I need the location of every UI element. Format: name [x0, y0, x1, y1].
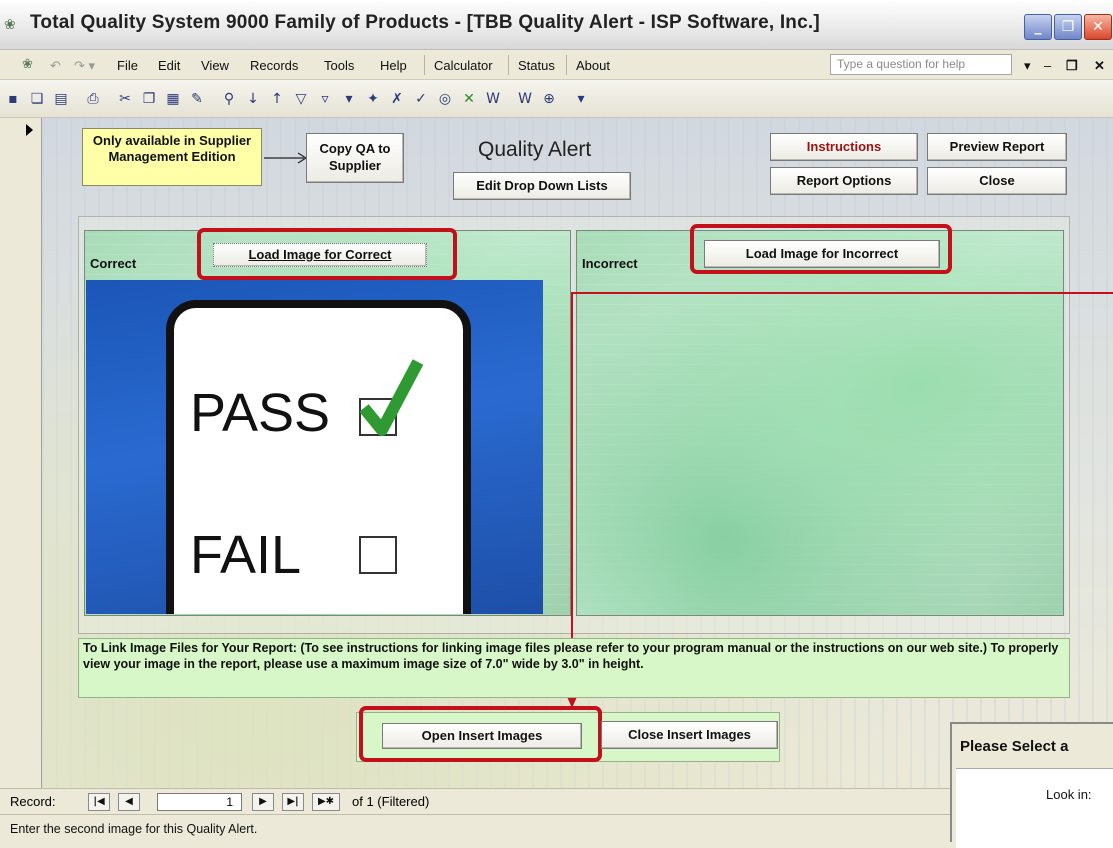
copy-icon[interactable]: ❐ [140, 90, 158, 108]
window-title: Total Quality System 9000 Family of Prod… [30, 12, 820, 33]
cut-icon[interactable]: ✂ [116, 90, 134, 108]
filter-icon[interactable]: ▽ [292, 90, 310, 108]
current-record-input[interactable]: 1 [157, 793, 242, 811]
edit-drop-down-lists-button[interactable]: Edit Drop Down Lists [453, 172, 631, 200]
last-record-button[interactable]: ▶| [282, 793, 304, 811]
close-window-button[interactable]: ✕ [1084, 14, 1112, 40]
filter-by-form-icon[interactable]: ▿ [316, 90, 334, 108]
spelling-icon[interactable]: ✓ [412, 90, 430, 108]
supplier-edition-note: Only available in Supplier Management Ed… [82, 128, 262, 186]
image-instructions-text: To Link Image Files for Your Report: (To… [78, 638, 1070, 698]
toolbar: ▪ ❏ ▤ ⎙ ✂ ❐ ▦ ✎ ⚲ ↓ ↑ ▽ ▿ ▾ ✦ ✗ ✓ ◎ ✕ W … [0, 80, 1113, 118]
menu-separator [508, 55, 509, 75]
menu-file[interactable]: File [117, 58, 138, 73]
status-text: Enter the second image for this Quality … [10, 822, 258, 836]
open-insert-images-button[interactable]: Open Insert Images [382, 723, 582, 749]
menu-tools[interactable]: Tools [324, 58, 354, 73]
delete-record-icon[interactable]: ✗ [388, 90, 406, 108]
doc-minimize-icon[interactable]: – [1044, 58, 1051, 73]
close-form-button[interactable]: Close [927, 167, 1067, 195]
pass-word: PASS [190, 383, 331, 443]
menu-view[interactable]: View [201, 58, 229, 73]
print-icon[interactable]: ⎙ [84, 90, 102, 108]
menu-about[interactable]: About [576, 58, 610, 73]
new-record-button[interactable]: ▶✱ [312, 793, 340, 811]
redo-icon[interactable]: ↷ ▾ [74, 58, 95, 74]
previous-record-button[interactable]: ◀ [118, 793, 140, 811]
copy-qa-to-supplier-button[interactable]: Copy QA to Supplier [306, 133, 404, 183]
record-total-text: of 1 (Filtered) [352, 794, 430, 809]
word-merge-icon[interactable]: W [516, 90, 534, 108]
title-bar: ❀ Total Quality System 9000 Family of Pr… [0, 0, 1113, 50]
sort-descending-icon[interactable]: ↑ [268, 90, 286, 108]
checkmark-icon [359, 359, 424, 436]
close-insert-images-button[interactable]: Close Insert Images [601, 721, 778, 749]
new-object-icon[interactable]: ⊕ [540, 90, 558, 108]
doc-restore-icon[interactable]: ❐ [1066, 58, 1078, 74]
load-image-incorrect-button[interactable]: Load Image for Incorrect [704, 240, 940, 268]
correct-label: Correct [90, 256, 137, 271]
select-file-dialog: Please Select a Look in: [950, 722, 1113, 848]
dialog-title: Please Select a [960, 738, 1069, 755]
fail-word: FAIL [190, 525, 302, 585]
save-icon[interactable]: ▪ [4, 90, 22, 108]
menu-separator [566, 55, 567, 75]
minimize-button[interactable]: _ [1024, 14, 1052, 40]
status-bar: Enter the second image for this Quality … [0, 814, 950, 842]
next-record-button[interactable]: ▶ [252, 793, 274, 811]
arrow-icon [264, 152, 308, 164]
menu-separator [424, 55, 425, 75]
instructions-button[interactable]: Instructions [770, 133, 918, 161]
paste-icon[interactable]: ▦ [164, 90, 182, 108]
toolbar-options-icon[interactable]: ▾ [572, 90, 590, 108]
sort-ascending-icon[interactable]: ↓ [244, 90, 262, 108]
look-in-label: Look in: [1046, 787, 1092, 802]
load-image-correct-button[interactable]: Load Image for Correct [213, 243, 427, 267]
menu-status[interactable]: Status [518, 58, 555, 73]
word-icon[interactable]: W [484, 90, 502, 108]
find-icon[interactable]: ⚲ [220, 90, 238, 108]
menu-records[interactable]: Records [250, 58, 298, 73]
form-view-icon[interactable]: ❏ [28, 90, 46, 108]
help-search-input[interactable]: Type a question for help [830, 54, 1012, 75]
app-icon: ❀ [4, 17, 16, 33]
record-selector[interactable] [18, 118, 42, 788]
pass-fail-sign: PASS FAIL [166, 300, 471, 614]
doc-close-icon[interactable]: ✕ [1094, 58, 1105, 74]
format-painter-icon[interactable]: ✎ [188, 90, 206, 108]
correct-image: PASS FAIL [86, 280, 543, 614]
print-preview-icon[interactable]: ▤ [52, 90, 70, 108]
help-dropdown-icon[interactable]: ▾ [1024, 58, 1031, 74]
fail-checkbox [359, 536, 397, 574]
current-record-arrow-icon [26, 124, 33, 136]
menu-edit[interactable]: Edit [158, 58, 180, 73]
apply-filter-icon[interactable]: ▾ [340, 90, 358, 108]
restore-button[interactable]: ❐ [1054, 14, 1082, 40]
dialog-body: Look in: [956, 768, 1113, 848]
analyze-icon[interactable]: ◎ [436, 90, 454, 108]
incorrect-label: Incorrect [582, 256, 638, 271]
report-options-button[interactable]: Report Options [770, 167, 918, 195]
preview-report-button[interactable]: Preview Report [927, 133, 1067, 161]
menu-bar: ❀ ↶ ↷ ▾ File Edit View Records Tools Hel… [0, 50, 1113, 80]
undo-icon[interactable]: ↶ [50, 58, 61, 74]
menu-calculator[interactable]: Calculator [434, 58, 493, 73]
app-menu-icon[interactable]: ❀ [22, 56, 33, 72]
form-title: Quality Alert [478, 138, 592, 161]
first-record-button[interactable]: |◀ [88, 793, 110, 811]
excel-icon[interactable]: ✕ [460, 90, 478, 108]
record-label: Record: [10, 794, 56, 809]
new-record-icon[interactable]: ✦ [364, 90, 382, 108]
record-navigation-bar: Record: |◀ ◀ 1 ▶ ▶| ▶✱ of 1 (Filtered) [0, 788, 950, 814]
menu-help[interactable]: Help [380, 58, 407, 73]
